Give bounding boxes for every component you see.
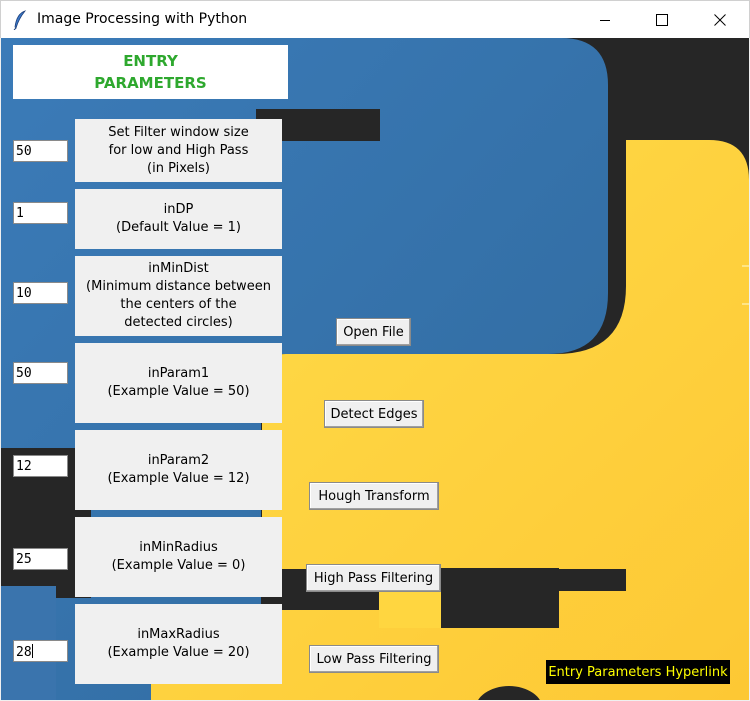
- inparam1-value: 50: [16, 366, 32, 381]
- maximize-icon: [656, 14, 668, 26]
- inparam1-label: inParam1 (Example Value = 50): [75, 343, 282, 423]
- indp-input[interactable]: 1: [13, 202, 68, 224]
- inmaxradius-label: inMaxRadius (Example Value = 20): [75, 604, 282, 684]
- indp-value: 1: [16, 206, 24, 221]
- filter-size-label-line3: (in Pixels): [147, 160, 210, 176]
- inparam1-label-line2: (Example Value = 50): [107, 384, 250, 399]
- window-title: Image Processing with Python: [37, 11, 248, 27]
- inparam2-value: 12: [16, 459, 32, 474]
- inminradius-label-line1: inMinRadius: [139, 540, 218, 555]
- inmindist-input[interactable]: 10: [13, 282, 68, 304]
- inminradius-value: 25: [16, 552, 32, 567]
- indp-label: inDP (Default Value = 1): [75, 189, 282, 249]
- filter-size-label-line1: Set Filter window size: [108, 124, 249, 140]
- inmindist-label-line1: inMinDist: [148, 261, 209, 276]
- inparam2-label-line1: inParam2: [147, 453, 210, 468]
- detect-edges-button[interactable]: Detect Edges: [324, 400, 424, 428]
- entry-parameters-hyperlink[interactable]: Entry Parameters Hyperlink: [546, 660, 730, 684]
- inparam1-label-line1: inParam1: [147, 366, 210, 381]
- hough-transform-button[interactable]: Hough Transform: [309, 482, 439, 510]
- inminradius-label: inMinRadius (Example Value = 0): [75, 517, 282, 597]
- inparam2-label: inParam2 (Example Value = 12): [75, 430, 282, 510]
- inmindist-label-line2: (Minimum distance between: [86, 279, 271, 294]
- close-button[interactable]: [691, 1, 749, 39]
- feather-icon: [13, 10, 27, 30]
- title-bar: Image Processing with Python: [0, 0, 750, 38]
- filter-size-label: Set Filter window size for low and High …: [75, 119, 282, 182]
- inparam2-label-line2: (Example Value = 12): [107, 471, 250, 486]
- low-pass-filtering-button[interactable]: Low Pass Filtering: [309, 645, 439, 673]
- open-file-button[interactable]: Open File: [336, 318, 411, 346]
- inmindist-value: 10: [16, 286, 32, 301]
- text-caret: [31, 644, 33, 658]
- inmindist-label-line3: the centers of the: [120, 297, 237, 312]
- filter-size-label-line2: for low and High Pass: [108, 142, 249, 158]
- entry-parameters-header: ENTRY PARAMETERS: [13, 45, 288, 99]
- inminradius-label-line2: (Example Value = 0): [111, 558, 246, 573]
- maximize-button[interactable]: [633, 1, 691, 39]
- inmindist-label: inMinDist (Minimum distance between the …: [75, 256, 282, 336]
- filter-size-value: 50: [16, 144, 32, 159]
- inminradius-input[interactable]: 25: [13, 548, 68, 570]
- inmaxradius-label-line2: (Example Value = 20): [107, 645, 250, 660]
- inmindist-label-line4: detected circles): [124, 315, 233, 330]
- header-line2: PARAMETERS: [94, 74, 207, 92]
- minimize-button[interactable]: [576, 1, 634, 39]
- inmaxradius-value: 28: [16, 645, 32, 660]
- close-icon: [714, 14, 726, 26]
- high-pass-filtering-button[interactable]: High Pass Filtering: [306, 564, 441, 592]
- inmaxradius-input[interactable]: 28: [13, 640, 68, 662]
- inparam1-input[interactable]: 50: [13, 362, 68, 384]
- minimize-icon: [600, 20, 610, 21]
- filter-size-input[interactable]: 50: [13, 140, 68, 162]
- indp-label-line2: (Default Value = 1): [116, 220, 241, 235]
- header-line1: ENTRY: [123, 52, 178, 70]
- inparam2-input[interactable]: 12: [13, 455, 68, 477]
- inmaxradius-label-line1: inMaxRadius: [137, 627, 220, 642]
- indp-label-line1: inDP: [163, 202, 194, 217]
